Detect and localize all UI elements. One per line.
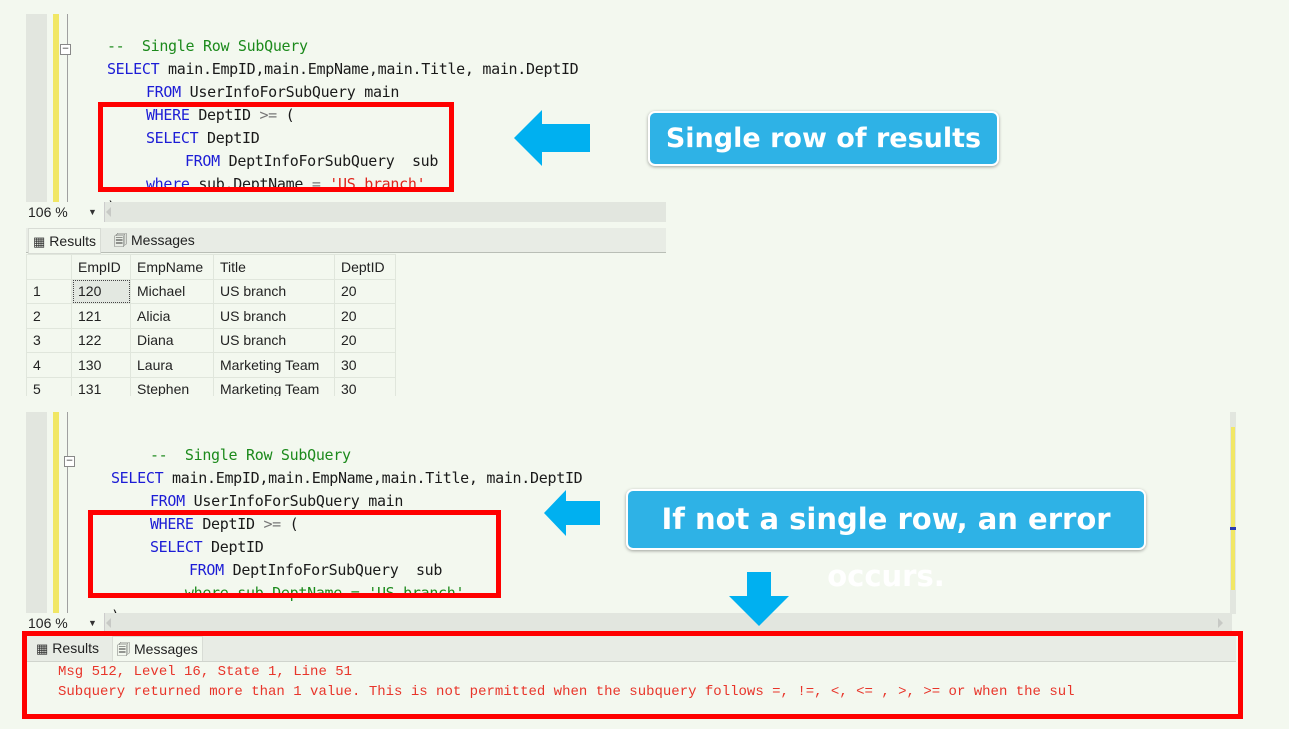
grid-cell[interactable]: Alicia [130,303,214,329]
scroll-right-icon[interactable] [1218,618,1223,628]
editor-status-bar: 106 % ▼ [26,202,666,222]
row-number: 3 [26,327,72,353]
grid-clip [20,396,680,410]
column-header[interactable]: Title [213,254,335,280]
grid-cell[interactable]: 122 [71,327,131,353]
row-number: 4 [26,352,72,378]
table-row[interactable]: 1 120 Michael US branch 20 [26,278,396,304]
grid-cell[interactable]: Diana [130,327,214,353]
grid-cell[interactable]: US branch [213,303,335,329]
overview-ruler [1230,412,1236,614]
tab-messages[interactable]: 🗐 Messages [110,228,199,252]
table-row[interactable]: 4 130 Laura Marketing Team 30 [26,352,396,378]
row-number: 2 [26,303,72,329]
grid-cell[interactable]: 121 [71,303,131,329]
callout-single-row: Single row of results [648,111,999,166]
outline-line [67,412,68,614]
subquery-highlight-box [88,510,501,598]
scroll-left-icon[interactable] [106,618,111,628]
zoom-dropdown[interactable]: 106 % ▼ [26,613,105,633]
change-tracking-bar [53,412,59,614]
messages-icon: 🗐 [114,233,127,248]
outline-line [67,14,68,202]
arrow-left-icon [544,490,600,536]
grid-cell[interactable]: 30 [334,352,396,378]
error-highlight-box [22,631,1243,719]
zoom-dropdown[interactable]: 106 % ▼ [26,202,105,222]
collapse-toggle-icon[interactable]: − [60,44,71,55]
column-header[interactable]: DeptID [334,254,396,280]
grid-cell[interactable]: 20 [334,278,396,304]
callout-error: If not a single row, an error occurs. [626,489,1146,593]
row-number-header [26,254,72,280]
grid-cell[interactable]: US branch [213,278,335,304]
grid-header-row: EmpID EmpName Title DeptID [26,254,396,280]
grid-cell[interactable]: 130 [71,352,131,378]
column-header[interactable]: EmpID [71,254,131,280]
row-number: 1 [26,278,72,304]
table-row[interactable]: 2 121 Alicia US branch 20 [26,303,396,329]
results-grid[interactable]: EmpID EmpName Title DeptID 1 120 Michael… [26,254,396,402]
scroll-left-icon[interactable] [106,207,111,217]
grid-cell[interactable]: Michael [130,278,214,304]
chevron-down-icon: ▼ [88,207,97,217]
grid-cell[interactable]: 20 [334,327,396,353]
grid-cell[interactable]: Laura [130,352,214,378]
results-tabs: ▦ Results 🗐 Messages [26,228,666,254]
grid-cell[interactable]: 120 [71,278,131,304]
line-number-margin [26,14,47,202]
chevron-down-icon: ▼ [88,618,97,628]
arrow-left-icon [514,110,590,166]
editor-status-bar: 106 % ▼ [26,613,1232,633]
grid-cell[interactable]: Marketing Team [213,352,335,378]
grid-cell[interactable]: US branch [213,327,335,353]
change-tracking-bar [53,14,59,202]
column-header[interactable]: EmpName [130,254,214,280]
line-number-margin [26,412,47,614]
collapse-toggle-icon[interactable]: − [64,456,75,467]
table-row[interactable]: 3 122 Diana US branch 20 [26,327,396,353]
grid-icon: ▦ [33,234,46,249]
subquery-highlight-box [98,102,454,192]
arrow-down-icon [729,572,789,626]
tab-results[interactable]: ▦ Results [28,228,101,254]
grid-cell[interactable]: 20 [334,303,396,329]
